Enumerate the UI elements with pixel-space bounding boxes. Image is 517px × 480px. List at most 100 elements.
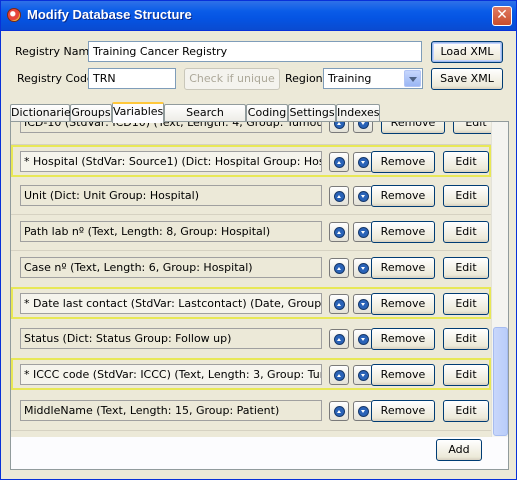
remove-button[interactable]: Remove <box>371 364 435 386</box>
load-xml-button[interactable]: Load XML <box>431 41 503 63</box>
move-up-button[interactable] <box>329 152 349 172</box>
up-arrow-icon <box>334 157 345 168</box>
remove-button[interactable]: Remove <box>371 257 435 279</box>
scrollbar-thumb[interactable] <box>493 327 508 436</box>
variables-list[interactable]: ICD-10 (StdVar: ICD10) (Text, Length: 4,… <box>11 122 491 437</box>
variable-row: Unit (Dict: Unit Group: Hospital) Remove… <box>11 179 491 211</box>
edit-button[interactable]: Edit <box>443 257 489 279</box>
tab-coding[interactable]: Coding <box>246 104 288 122</box>
variable-description: * Hospital (StdVar: Source1) (Dict: Hosp… <box>20 151 322 172</box>
variable-description: * Date last contact (StdVar: Lastcontact… <box>20 293 322 314</box>
region-label: Region: <box>285 72 327 85</box>
edit-button[interactable]: Edit <box>443 328 489 350</box>
app-icon <box>7 8 21 22</box>
variable-row: Path lab nº (Text, Length: 8, Group: Hos… <box>11 215 491 247</box>
move-down-button[interactable] <box>353 186 373 206</box>
chevron-down-icon[interactable] <box>404 70 421 87</box>
variable-row: * ICCC code (StdVar: ICCC) (Text, Length… <box>11 358 491 390</box>
window-title: Modify Database Structure <box>27 7 192 22</box>
remove-button[interactable]: Remove <box>371 293 435 315</box>
move-up-button[interactable] <box>329 329 349 349</box>
down-arrow-icon <box>358 157 369 168</box>
registry-name-label: Registry Name: <box>15 45 100 58</box>
down-arrow-icon <box>358 263 369 274</box>
up-arrow-icon <box>334 191 345 202</box>
remove-button[interactable]: Remove <box>371 151 435 173</box>
move-up-button[interactable] <box>329 186 349 206</box>
variable-row: * Date last contact (StdVar: Lastcontact… <box>11 287 491 319</box>
remove-button[interactable]: Remove <box>371 185 435 207</box>
row-divider <box>11 430 491 431</box>
tab-settings[interactable]: Settings <box>288 104 336 122</box>
up-arrow-icon <box>334 122 345 129</box>
up-arrow-icon <box>334 227 345 238</box>
up-arrow-icon <box>334 370 345 381</box>
move-down-button[interactable] <box>353 329 373 349</box>
move-down-button[interactable] <box>353 152 373 172</box>
up-arrow-icon <box>334 334 345 345</box>
down-arrow-icon <box>358 191 369 202</box>
up-arrow-icon <box>334 263 345 274</box>
region-select-value: Training <box>328 72 372 85</box>
move-down-button[interactable] <box>353 294 373 314</box>
variable-description: Status (Dict: Status Group: Follow up) <box>20 328 322 349</box>
variable-description: * ICCC code (StdVar: ICCC) (Text, Length… <box>20 364 322 385</box>
variable-description: Path lab nº (Text, Length: 8, Group: Hos… <box>20 221 322 242</box>
variable-row: Case nº (Text, Length: 6, Group: Hospita… <box>11 251 491 283</box>
registry-code-field[interactable]: TRN <box>88 68 176 89</box>
edit-button[interactable]: Edit <box>443 185 489 207</box>
check-if-unique-button[interactable]: Check if unique <box>184 68 280 90</box>
variable-description: ICD-10 (StdVar: ICD10) (Text, Length: 4,… <box>20 122 322 133</box>
move-up-button[interactable] <box>329 258 349 278</box>
tab-variables[interactable]: Variables <box>112 102 164 123</box>
variable-row: MiddleName (Text, Length: 15, Group: Pat… <box>11 394 491 426</box>
close-button[interactable]: ✕ <box>492 6 512 26</box>
remove-button[interactable]: Remove <box>371 400 435 422</box>
tab-search-variables[interactable]: Search Variables <box>164 104 246 135</box>
add-button[interactable]: Add <box>436 439 482 461</box>
edit-button[interactable]: Edit <box>443 221 489 243</box>
down-arrow-icon <box>358 227 369 238</box>
region-select[interactable]: Training <box>323 68 423 89</box>
move-up-button[interactable] <box>329 294 349 314</box>
move-up-button[interactable] <box>329 122 349 133</box>
edit-button[interactable]: Edit <box>443 400 489 422</box>
edit-button[interactable]: Edit <box>443 293 489 315</box>
title-bar[interactable]: Modify Database Structure ✕ <box>1 1 516 31</box>
down-arrow-icon <box>358 406 369 417</box>
variable-row: * Hospital (StdVar: Source1) (Dict: Hosp… <box>11 145 491 177</box>
tab-indexes[interactable]: Indexes <box>336 104 380 122</box>
move-down-button[interactable] <box>353 222 373 242</box>
move-down-button[interactable] <box>353 122 373 133</box>
up-arrow-icon <box>334 299 345 310</box>
down-arrow-icon <box>358 334 369 345</box>
move-up-button[interactable] <box>329 365 349 385</box>
move-down-button[interactable] <box>353 258 373 278</box>
remove-button[interactable]: Remove <box>371 328 435 350</box>
remove-button[interactable]: Remove <box>371 221 435 243</box>
tab-groups[interactable]: Groups <box>70 104 112 122</box>
down-arrow-icon <box>358 370 369 381</box>
modify-database-structure-window: Modify Database Structure ✕ Registry Nam… <box>0 0 517 480</box>
down-arrow-icon <box>358 122 369 129</box>
variable-description: Unit (Dict: Unit Group: Hospital) <box>20 185 322 206</box>
save-xml-button[interactable]: Save XML <box>431 68 503 90</box>
edit-button[interactable]: Edit <box>443 364 489 386</box>
edit-button[interactable]: Edit <box>443 151 489 173</box>
registry-name-field[interactable]: Training Cancer Registry <box>88 41 422 62</box>
variable-row: ICD-10 (StdVar: ICD10) (Text, Length: 4,… <box>11 122 491 138</box>
registry-code-label: Registry Code: <box>17 72 98 85</box>
move-up-button[interactable] <box>329 401 349 421</box>
move-up-button[interactable] <box>329 222 349 242</box>
up-arrow-icon <box>334 406 345 417</box>
move-down-button[interactable] <box>353 365 373 385</box>
variable-row: Status (Dict: Status Group: Follow up) R… <box>11 322 491 354</box>
edit-button[interactable]: Edit <box>453 122 491 134</box>
tab-dictionaries[interactable]: Dictionaries <box>10 104 76 122</box>
variable-description: MiddleName (Text, Length: 15, Group: Pat… <box>20 400 322 421</box>
move-down-button[interactable] <box>353 401 373 421</box>
remove-button[interactable]: Remove <box>381 122 445 134</box>
vertical-scrollbar[interactable] <box>491 122 508 437</box>
down-arrow-icon <box>358 299 369 310</box>
variable-description: Case nº (Text, Length: 6, Group: Hospita… <box>20 257 322 278</box>
